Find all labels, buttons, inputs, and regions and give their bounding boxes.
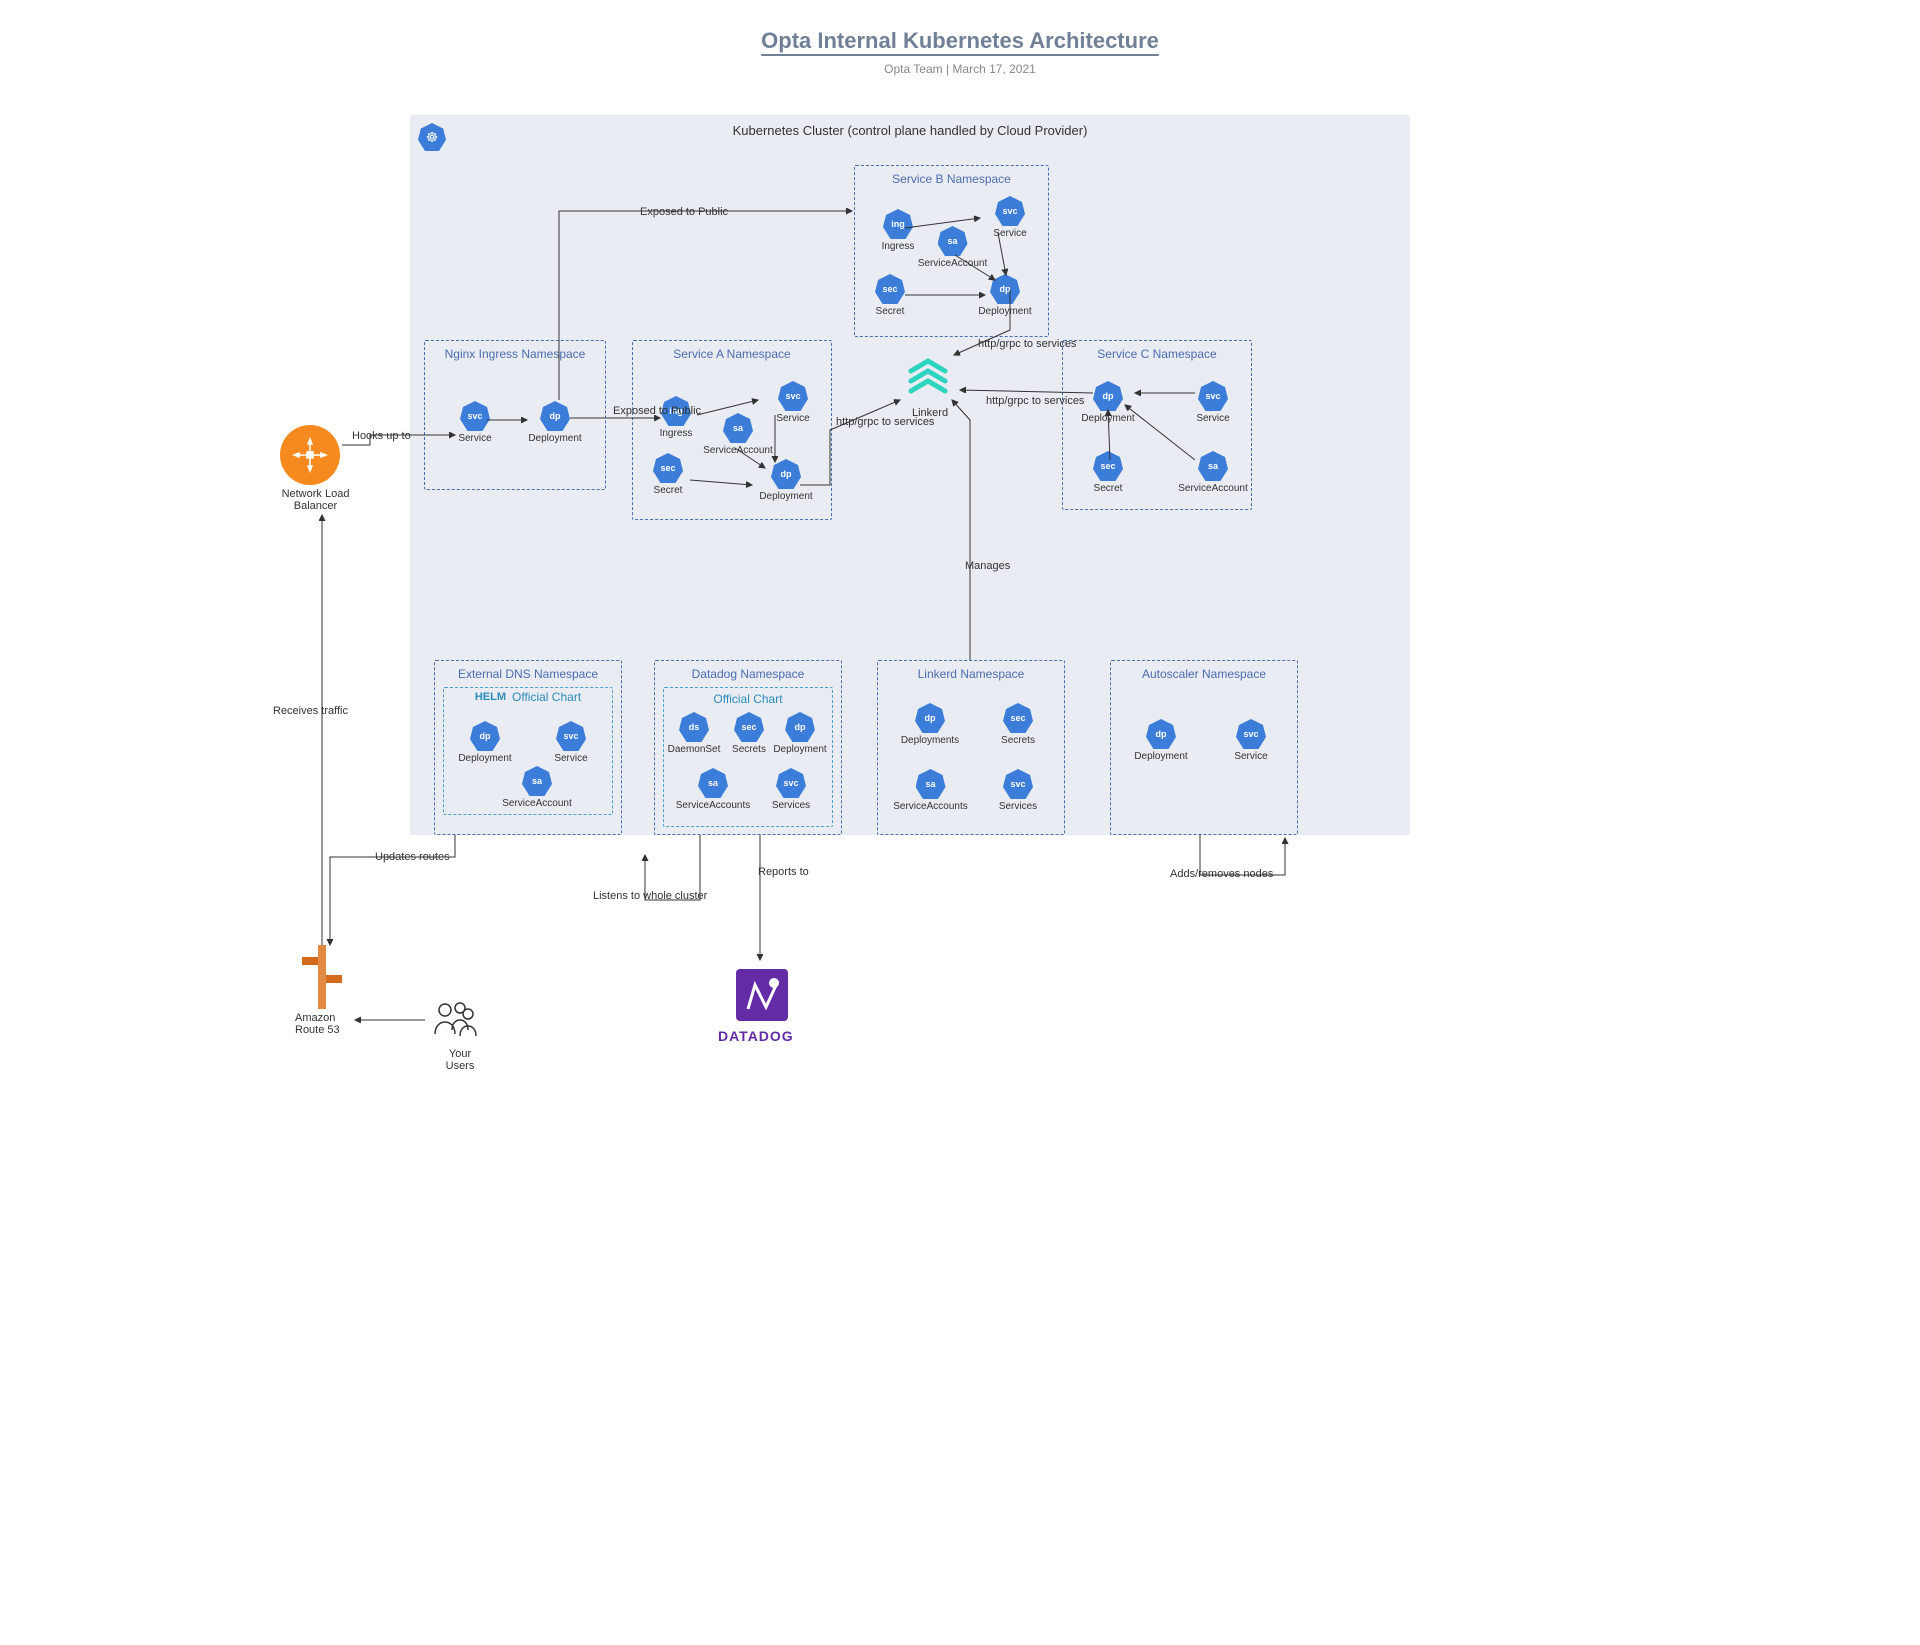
k8s-cluster: ☸ Kubernetes Cluster (control plane hand…	[410, 115, 1410, 835]
extdns-sa: ServiceAccount	[492, 798, 582, 809]
ns-service-a: Service A Namespace ing Ingress svc Serv…	[632, 340, 832, 520]
page-title: Opta Internal Kubernetes Architecture	[240, 0, 1680, 54]
label-exposed-nginx: Exposed to Public	[613, 405, 701, 417]
as-service: Service	[1216, 751, 1286, 762]
lk-deployments: Deployments	[890, 735, 970, 746]
label-hooks: Hooks up to	[352, 430, 411, 442]
ns-datadog-title: Datadog Namespace	[655, 667, 841, 681]
diagram-canvas: Opta Internal Kubernetes Architecture Op…	[240, 0, 1680, 1234]
dd-deployment: Deployment	[769, 744, 831, 755]
label-receives: Receives traffic	[273, 705, 348, 717]
extdns-chart-title: Official Chart	[512, 690, 581, 704]
lk-services: Services	[983, 801, 1053, 812]
datadog-chart-title: Official Chart	[664, 692, 832, 706]
ns-nginx-ingress: Nginx Ingress Namespace svc Service dp D…	[424, 340, 606, 490]
route53-label: Amazon Route 53	[295, 1012, 355, 1036]
linkerd-icon	[903, 353, 953, 403]
a-secret: Secret	[633, 485, 703, 496]
label-http-b: http/grpc to services	[978, 338, 1076, 350]
label-updates: Updates routes	[375, 851, 450, 863]
k8s-cluster-label: Kubernetes Cluster (control plane handle…	[410, 123, 1410, 138]
label-exposed-b: Exposed to Public	[640, 206, 728, 218]
extdns-deployment: Deployment	[450, 753, 520, 764]
ns-extdns-title: External DNS Namespace	[435, 667, 621, 681]
nlb-icon	[280, 425, 340, 485]
lk-sa: ServiceAccounts	[883, 801, 978, 812]
ns-b-title: Service B Namespace	[855, 172, 1048, 186]
nginx-deployment: Deployment	[520, 433, 590, 444]
c-deployment: Deployment	[1073, 413, 1143, 424]
dd-sa: ServiceAccounts	[668, 800, 758, 811]
ns-external-dns: External DNS Namespace HELM Official Cha…	[434, 660, 622, 835]
a-sa: ServiceAccount	[693, 445, 783, 456]
ns-datadog: Datadog Namespace Official Chart ds Daem…	[654, 660, 842, 835]
page-subtitle: Opta Team | March 17, 2021	[240, 62, 1680, 76]
c-secret: Secret	[1073, 483, 1143, 494]
nlb-label: Network Load Balancer	[268, 488, 363, 512]
ns-nginx-title: Nginx Ingress Namespace	[425, 347, 605, 361]
ns-service-b: Service B Namespace ing Ingress svc Serv…	[854, 165, 1049, 337]
b-secret: Secret	[855, 306, 925, 317]
route53-icon	[302, 945, 342, 1012]
ns-a-title: Service A Namespace	[633, 347, 831, 361]
label-adds-removes: Adds/removes nodes	[1170, 868, 1273, 880]
c-service: Service	[1178, 413, 1248, 424]
c-sa: ServiceAccount	[1168, 483, 1258, 494]
label-http-a: http/grpc to services	[836, 416, 934, 428]
b-sa: ServiceAccount	[905, 258, 1000, 269]
helm-icon: HELM	[475, 691, 506, 703]
label-manages: Manages	[965, 560, 1010, 572]
label-http-c: http/grpc to services	[986, 395, 1084, 407]
ns-linkerd: Linkerd Namespace dp Deployments sec Sec…	[877, 660, 1065, 835]
ns-linkerd-title: Linkerd Namespace	[878, 667, 1064, 681]
ns-autoscaler-title: Autoscaler Namespace	[1111, 667, 1297, 681]
datadog-label: DATADOG	[718, 1028, 794, 1044]
lk-secrets: Secrets	[983, 735, 1053, 746]
users-label: Your Users	[435, 1048, 485, 1072]
ns-service-c: Service C Namespace dp Deployment svc Se…	[1062, 340, 1252, 510]
a-deployment: Deployment	[751, 491, 821, 502]
as-deployment: Deployment	[1126, 751, 1196, 762]
b-deployment: Deployment	[970, 306, 1040, 317]
ns-autoscaler: Autoscaler Namespace dp Deployment svc S…	[1110, 660, 1298, 835]
extdns-service: Service	[536, 753, 606, 764]
ns-c-title: Service C Namespace	[1063, 347, 1251, 361]
datadog-icon	[730, 963, 794, 1030]
users-icon	[430, 1000, 480, 1047]
label-reports: Reports to	[758, 866, 809, 878]
dd-services: Services	[756, 800, 826, 811]
label-listens: Listens to whole cluster	[593, 890, 707, 902]
nginx-service: Service	[440, 433, 510, 444]
